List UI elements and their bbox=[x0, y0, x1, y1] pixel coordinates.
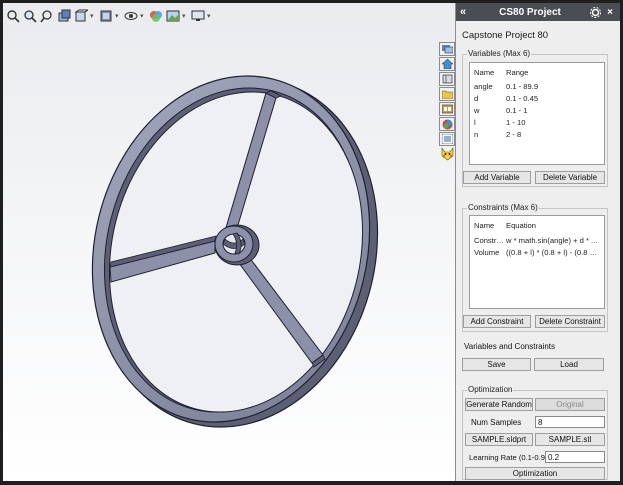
sample-stl-button[interactable]: SAMPLE.stl bbox=[535, 433, 605, 446]
num-samples-field[interactable]: 8 bbox=[535, 416, 605, 428]
delete-constraint-button[interactable]: Delete Constraint bbox=[535, 315, 605, 328]
variable-name: angle bbox=[474, 81, 493, 91]
chevron-down-icon[interactable]: ▾ bbox=[207, 12, 213, 20]
column-header[interactable]: Name bbox=[470, 221, 506, 230]
graphics-viewport[interactable]: ▾ ▾ ▾ ▾ ▾ bbox=[3, 3, 455, 481]
add-variable-button[interactable]: Add Variable bbox=[463, 171, 531, 184]
variable-name: d bbox=[474, 93, 479, 103]
task-pane-tabs bbox=[439, 42, 455, 161]
zoom-area-icon[interactable] bbox=[22, 8, 37, 24]
variable-range: 0.1 - 1 bbox=[506, 105, 528, 115]
add-constraint-button[interactable]: Add Constraint bbox=[463, 315, 531, 328]
zoom-to-fit-icon[interactable] bbox=[5, 8, 20, 24]
constraints-list[interactable]: Name Equation Constrai... w * math.sin(a… bbox=[469, 215, 605, 309]
optimization-group: Optimization Generate Random Original Nu… bbox=[462, 385, 608, 480]
view-orientation-icon[interactable] bbox=[73, 8, 88, 24]
file-explorer-icon[interactable] bbox=[439, 87, 455, 101]
list-item[interactable]: Volume ((0.8 + l) * (0.8 + l) - (0.8 + l… bbox=[470, 246, 604, 258]
constraints-group-label: Constraints (Max 6) bbox=[467, 203, 539, 212]
apply-scene-icon[interactable] bbox=[165, 8, 180, 24]
list-header: Name Range bbox=[470, 66, 604, 78]
heads-up-toolbar: ▾ ▾ ▾ ▾ ▾ bbox=[3, 3, 243, 29]
list-item[interactable]: l 1 - 10 bbox=[470, 116, 604, 128]
load-button[interactable]: Load bbox=[534, 358, 604, 371]
section-view-icon[interactable] bbox=[56, 8, 71, 24]
column-header[interactable]: Range bbox=[506, 68, 604, 77]
app-window: ▾ ▾ ▾ ▾ ▾ « CS80 Project × Capstone Proj… bbox=[0, 0, 623, 485]
constraint-name: Constrai... bbox=[474, 235, 506, 245]
display-style-icon[interactable] bbox=[98, 8, 113, 24]
sample-sldprt-button[interactable]: SAMPLE.sldprt bbox=[465, 433, 533, 446]
variables-list[interactable]: Name Range angle 0.1 - 89.9 d 0.1 - 0.45… bbox=[469, 62, 605, 165]
list-item[interactable]: Constrai... w * math.sin(angle) + d * ..… bbox=[470, 234, 604, 246]
variable-range: 2 - 8 bbox=[506, 129, 522, 139]
addin-mascot-icon[interactable] bbox=[439, 147, 455, 161]
column-header[interactable]: Equation bbox=[506, 221, 604, 230]
project-name: Capstone Project 80 bbox=[462, 30, 549, 41]
view-settings-icon[interactable] bbox=[190, 8, 205, 24]
generate-random-button[interactable]: Generate Random bbox=[465, 398, 533, 411]
wheel-model[interactable] bbox=[3, 3, 455, 481]
constraints-group: Constraints (Max 6) Name Equation Constr… bbox=[462, 203, 608, 332]
delete-variable-button[interactable]: Delete Variable bbox=[535, 171, 605, 184]
var-con-section-label: Variables and Constraints bbox=[464, 342, 556, 351]
variables-group: Variables (Max 6) Name Range angle 0.1 -… bbox=[462, 49, 608, 187]
panel-title-bar: « CS80 Project × bbox=[456, 3, 620, 21]
save-button[interactable]: Save bbox=[462, 358, 531, 371]
chevron-down-icon[interactable]: ▾ bbox=[140, 12, 146, 20]
design-library-icon[interactable] bbox=[439, 72, 455, 86]
resources-icon[interactable] bbox=[439, 42, 455, 56]
constraint-equation: ((0.8 + l) * (0.8 + l) - (0.8 + l... bbox=[506, 247, 604, 257]
list-item[interactable]: n 2 - 8 bbox=[470, 128, 604, 140]
variable-name: l bbox=[474, 117, 476, 127]
list-item[interactable]: angle 0.1 - 89.9 bbox=[470, 80, 604, 92]
view-palette-icon[interactable] bbox=[439, 102, 455, 116]
custom-properties-icon[interactable] bbox=[439, 132, 455, 146]
panel-title: CS80 Project bbox=[499, 6, 561, 18]
list-header: Name Equation bbox=[470, 219, 604, 231]
variables-group-label: Variables (Max 6) bbox=[467, 49, 532, 58]
num-samples-label: Num Samples bbox=[471, 418, 522, 427]
variable-name: n bbox=[474, 129, 479, 139]
learning-rate-label: Learning Rate (0.1-0.9) bbox=[469, 453, 548, 462]
original-button[interactable]: Original bbox=[535, 398, 605, 411]
cs80-task-pane: « CS80 Project × Capstone Project 80 Var… bbox=[455, 3, 620, 481]
learning-rate-field[interactable]: 0.2 bbox=[545, 451, 605, 463]
optimization-group-label: Optimization bbox=[467, 385, 514, 394]
collapse-icon[interactable]: « bbox=[460, 6, 474, 18]
edit-appearance-icon[interactable] bbox=[148, 8, 163, 24]
chevron-down-icon[interactable]: ▾ bbox=[182, 12, 188, 20]
variable-range: 0.1 - 0.45 bbox=[506, 93, 539, 103]
constraint-equation: w * math.sin(angle) + d * ... bbox=[506, 235, 598, 245]
constraint-name: Volume bbox=[474, 247, 500, 257]
list-item[interactable]: d 0.1 - 0.45 bbox=[470, 92, 604, 104]
close-icon[interactable]: × bbox=[604, 6, 616, 18]
list-item[interactable]: w 0.1 - 1 bbox=[470, 104, 604, 116]
variable-name: w bbox=[474, 105, 480, 115]
column-header[interactable]: Name bbox=[470, 68, 506, 77]
optimization-button[interactable]: Optimization bbox=[465, 467, 605, 480]
hide-show-icon[interactable] bbox=[123, 8, 138, 24]
chevron-down-icon[interactable]: ▾ bbox=[90, 12, 96, 20]
previous-view-icon[interactable] bbox=[39, 8, 54, 24]
variable-range: 0.1 - 89.9 bbox=[506, 81, 539, 91]
gear-icon[interactable] bbox=[589, 6, 601, 18]
appearances-icon[interactable] bbox=[439, 117, 455, 131]
variable-range: 1 - 10 bbox=[506, 117, 526, 127]
chevron-down-icon[interactable]: ▾ bbox=[115, 12, 121, 20]
home-icon[interactable] bbox=[439, 57, 455, 71]
